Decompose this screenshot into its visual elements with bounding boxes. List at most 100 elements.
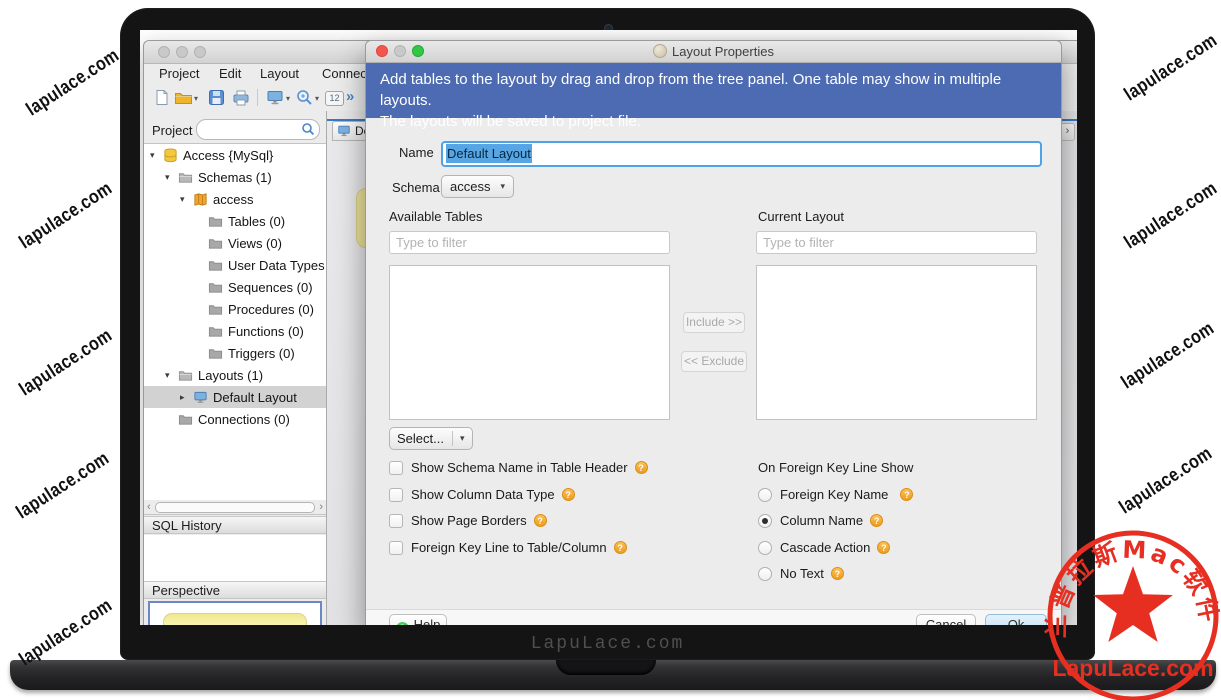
perspective-thumbnail[interactable] <box>148 601 322 625</box>
tree-item-views[interactable]: Views (0) <box>144 232 326 254</box>
tree-expand-icon[interactable]: ▾ <box>180 194 193 205</box>
current-layout-filter-input[interactable] <box>756 231 1037 254</box>
current-layout-list[interactable] <box>756 265 1037 420</box>
search-input[interactable] <box>196 119 320 140</box>
scroll-left-icon[interactable]: ‹ <box>147 500 151 514</box>
sql-history-header[interactable]: SQL History <box>144 516 326 534</box>
folder-open-icon <box>178 368 193 383</box>
tree-collapse-icon[interactable]: ▸ <box>180 392 193 403</box>
tree-item-procedures[interactable]: Procedures (0) <box>144 298 326 320</box>
checkbox-icon[interactable] <box>389 488 403 502</box>
save-icon[interactable] <box>208 89 225 111</box>
radio-no-text[interactable]: No Text ? <box>758 566 844 581</box>
radio-selected-icon[interactable] <box>758 514 772 528</box>
page: lapulace.com lapulace.com lapulace.com l… <box>0 0 1221 700</box>
panel-expand-icon[interactable]: › <box>1060 123 1075 141</box>
dialog-titlebar[interactable]: Layout Properties <box>366 41 1061 63</box>
new-file-icon[interactable] <box>154 89 170 111</box>
available-tables-list[interactable] <box>389 265 670 420</box>
toolbar-separator <box>257 89 258 106</box>
tree-expand-icon[interactable]: ▾ <box>150 150 163 161</box>
checkbox-show-page-borders[interactable]: Show Page Borders ? <box>389 513 547 528</box>
ok-button[interactable]: Ok <box>985 614 1047 625</box>
radio-cascade-action[interactable]: Cascade Action ? <box>758 540 890 555</box>
toolbar-overflow-icon[interactable]: » <box>346 88 354 105</box>
select-dropdown-button[interactable]: Select... ▾ <box>389 427 473 450</box>
menu-layout[interactable]: Layout <box>260 66 299 81</box>
tree-expand-icon[interactable]: ▾ <box>165 172 178 183</box>
tree-item-schemas[interactable]: ▾ Schemas (1) <box>144 166 326 188</box>
radio-label: No Text <box>780 566 824 581</box>
tree-item-user-data-types[interactable]: User Data Types (0) <box>144 254 326 276</box>
tree-item-triggers[interactable]: Triggers (0) <box>144 342 326 364</box>
radio-icon[interactable] <box>758 567 772 581</box>
tree-item-label: Default Layout <box>213 390 297 405</box>
tree-item-access-mysql[interactable]: ▾ Access {MySql} <box>144 144 326 166</box>
radio-icon[interactable] <box>758 488 772 502</box>
laptop-screen: Project Edit Layout Connections ▾ <box>140 30 1077 625</box>
tree-item-label: Connections (0) <box>198 412 290 427</box>
checkbox-show-schema-name[interactable]: Show Schema Name in Table Header ? <box>389 460 648 475</box>
open-caret-icon[interactable]: ▾ <box>194 94 198 103</box>
help-badge-icon[interactable]: ? <box>562 488 575 501</box>
cancel-button[interactable]: Cancel <box>916 614 976 625</box>
lapulace-stamp-logo: 兰普拉斯Mac软件 LapuLace.com <box>1042 528 1221 700</box>
tree-item-layouts[interactable]: ▾ Layouts (1) <box>144 364 326 386</box>
zoom-button[interactable] <box>194 46 206 58</box>
exclude-button[interactable]: << Exclude <box>681 351 747 372</box>
help-badge-icon[interactable]: ? <box>877 541 890 554</box>
folder-open-icon <box>178 170 193 185</box>
close-button[interactable] <box>158 46 170 58</box>
tree-item-sequences[interactable]: Sequences (0) <box>144 276 326 298</box>
help-badge-icon[interactable]: ? <box>534 514 547 527</box>
zoom-tool-icon[interactable] <box>296 89 313 111</box>
name-input[interactable]: Default Layout <box>441 141 1042 167</box>
checkbox-show-column-data-type[interactable]: Show Column Data Type ? <box>389 487 575 502</box>
tree-item-label: Schemas (1) <box>198 170 272 185</box>
help-badge-icon[interactable]: ? <box>870 514 883 527</box>
tree-item-connections[interactable]: Connections (0) <box>144 408 326 430</box>
layout-properties-dialog: Layout Properties Add tables to the layo… <box>365 40 1062 625</box>
help-badge-icon[interactable]: ? <box>831 567 844 580</box>
tree-item-tables[interactable]: Tables (0) <box>144 210 326 232</box>
help-badge-icon[interactable]: ? <box>635 461 648 474</box>
menu-edit[interactable]: Edit <box>219 66 241 81</box>
tree-expand-icon[interactable]: ▾ <box>165 370 178 381</box>
tree-item-functions[interactable]: Functions (0) <box>144 320 326 342</box>
folder-icon <box>208 258 223 273</box>
print-icon[interactable] <box>232 89 250 111</box>
help-badge-icon[interactable]: ? <box>614 541 627 554</box>
tree-item-default-layout[interactable]: ▸ Default Layout <box>144 386 326 408</box>
watermark-text: lapulace.com <box>1116 443 1217 519</box>
scroll-right-icon[interactable]: › <box>319 500 323 514</box>
available-tables-filter-input[interactable] <box>389 231 670 254</box>
font-size-icon[interactable]: 12 <box>325 91 344 106</box>
tree-item-schema-access[interactable]: ▾ access <box>144 188 326 210</box>
horizontal-scrollbar[interactable]: ‹ › <box>144 500 326 515</box>
radio-foreign-key-name[interactable]: Foreign Key Name ? <box>758 487 913 502</box>
chevron-down-icon: ▾ <box>500 181 505 192</box>
checkbox-label: Foreign Key Line to Table/Column <box>411 540 607 555</box>
checkbox-fk-line-to-table-column[interactable]: Foreign Key Line to Table/Column ? <box>389 540 627 555</box>
menu-project[interactable]: Project <box>159 66 199 81</box>
schema-dropdown[interactable]: access ▾ <box>441 175 514 198</box>
display-caret-icon[interactable]: ▾ <box>286 94 290 103</box>
dialog-icon <box>653 44 667 58</box>
checkbox-icon[interactable] <box>389 541 403 555</box>
include-button[interactable]: Include >> <box>683 312 745 333</box>
checkbox-icon[interactable] <box>389 514 403 528</box>
radio-icon[interactable] <box>758 541 772 555</box>
scrollbar-thumb[interactable] <box>155 502 315 513</box>
laptop-bezel: Project Edit Layout Connections ▾ <box>120 8 1095 660</box>
dialog-banner: Add tables to the layout by drag and dro… <box>366 63 1061 118</box>
help-button[interactable]: ?Help <box>389 614 447 625</box>
perspective-header[interactable]: Perspective <box>144 581 326 599</box>
layout-display-icon[interactable] <box>266 89 284 111</box>
available-tables-label: Available Tables <box>389 209 482 224</box>
zoom-caret-icon[interactable]: ▾ <box>315 94 319 103</box>
open-folder-icon[interactable] <box>174 89 193 111</box>
radio-column-name[interactable]: Column Name ? <box>758 513 883 528</box>
minimize-button[interactable] <box>176 46 188 58</box>
checkbox-icon[interactable] <box>389 461 403 475</box>
help-badge-icon[interactable]: ? <box>900 488 913 501</box>
